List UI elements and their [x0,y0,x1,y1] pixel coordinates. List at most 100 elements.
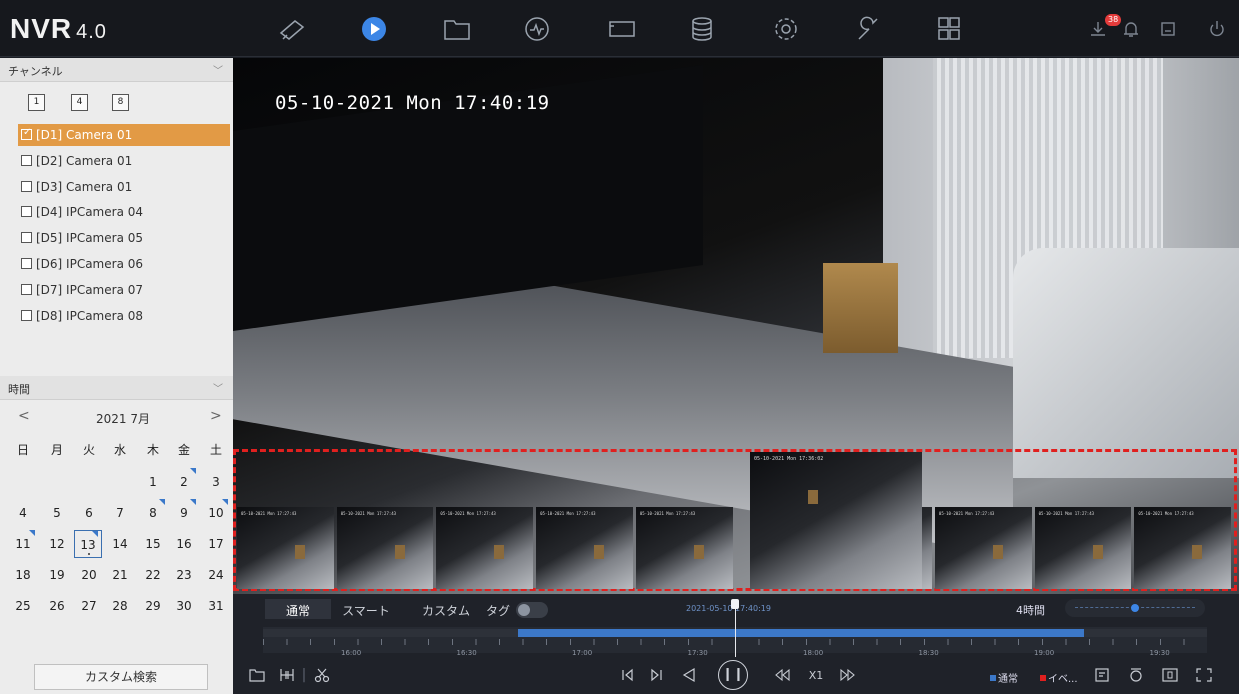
calendar-day[interactable]: 29 [138,592,168,620]
calendar-day[interactable]: 18 [8,561,38,589]
channel-item[interactable]: [D6] IPCamera 06 [18,253,230,275]
fullscreen-icon[interactable] [1194,664,1214,686]
reverse-play-icon[interactable] [679,664,699,686]
tab-custom[interactable]: カスタム [413,599,479,619]
split-view-icon[interactable] [277,664,297,686]
calendar-day[interactable]: 26 [42,592,72,620]
tag-list-icon[interactable] [1093,664,1113,686]
tab-normal[interactable]: 通常 [265,599,331,619]
thumbnail[interactable]: 05-10-2021 Mon 17:27:43 [1134,507,1232,589]
calendar-weekday: 月 [50,443,63,457]
channel-item[interactable]: [D7] IPCamera 07 [18,279,230,301]
thumbnail[interactable]: 05-10-2021 Mon 17:27:43 [536,507,633,589]
window-4-button[interactable]: 4 [71,94,88,111]
calendar-day[interactable]: 19 [42,561,72,589]
playback-icon[interactable] [358,14,390,44]
apps-grid-icon[interactable] [933,14,965,44]
motion-search-icon[interactable] [1126,664,1146,686]
calendar-day[interactable]: 16 [169,530,199,558]
calendar-day[interactable]: 10 [201,499,231,527]
folder-icon[interactable] [247,664,267,686]
thumbnail[interactable]: 05-10-2021 Mon 17:27:43 [436,507,534,589]
smart-analysis-icon[interactable] [521,14,553,44]
calendar-day[interactable]: 31 [201,592,231,620]
zoom-slider-knob[interactable] [1131,604,1139,612]
legend-normal-swatch [990,675,996,681]
timeline-zoom-slider[interactable] [1065,599,1205,617]
window-1-button[interactable]: 1 [28,94,45,111]
channel-item[interactable]: [D5] IPCamera 05 [18,227,230,249]
calendar-day[interactable]: 23 [169,561,199,589]
clip-scissors-icon[interactable] [311,664,333,686]
channel-checkbox[interactable] [21,232,32,244]
calendar-day[interactable]: 27 [74,592,104,620]
channel-checkbox[interactable] [21,127,32,140]
channel-checkbox[interactable] [21,154,32,166]
calendar-day[interactable]: 5 [42,499,72,527]
prev-frame-icon[interactable] [617,664,637,686]
channel-item[interactable]: [D3] Camera 01 [18,176,230,198]
tag-toggle[interactable] [516,602,548,618]
calendar-day[interactable]: 11 [8,530,38,558]
thumbnail[interactable]: 05-10-2021 Mon 17:27:43 [237,507,334,589]
maintenance-icon[interactable] [852,14,884,44]
channel-checkbox[interactable] [21,206,32,218]
calendar-day[interactable]: 13 [74,530,102,558]
calendar-day[interactable]: 15 [138,530,168,558]
thumbnail[interactable]: 05-10-2021 Mon 17:27:43 [1034,507,1132,589]
window-8-button[interactable]: 8 [112,94,129,111]
settings-icon[interactable] [770,14,802,44]
calendar-day[interactable]: 9 [169,499,199,527]
calendar-day[interactable]: 17 [201,530,231,558]
channel-item[interactable]: [D4] IPCamera 04 [18,201,230,223]
tab-smart[interactable]: スマート [333,599,399,619]
thumbnail[interactable]: 05-10-2021 Mon 17:27:43 [336,507,434,589]
alarm-bell-icon[interactable] [1120,18,1142,40]
file-management-icon[interactable] [441,14,473,44]
next-month-icon[interactable]: > [210,408,222,424]
calendar-day[interactable]: 30 [169,592,199,620]
thumbnail[interactable]: 05-10-2021 Mon 17:27:43 [635,507,733,589]
calendar-day[interactable]: 6 [74,499,104,527]
live-view-icon[interactable] [276,14,308,44]
custom-search-button[interactable]: カスタム検索 [34,664,208,690]
calendar-day[interactable]: 8 [138,499,168,527]
channel-section-header[interactable]: チャンネル ﹀ [0,58,233,82]
calendar-day[interactable]: 14 [105,530,135,558]
single-window-icon[interactable] [1160,664,1180,686]
calendar-day[interactable]: 7 [105,499,135,527]
channel-checkbox[interactable] [21,309,32,321]
calendar-day[interactable]: 2 [169,468,199,496]
calendar-day[interactable]: 4 [8,499,38,527]
power-icon[interactable] [1206,18,1228,40]
channel-checkbox[interactable] [21,258,32,269]
calendar-day[interactable]: 20 [74,561,104,589]
thumbnail-preview-large[interactable]: 05-10-2021 Mon 17:36:02 [750,452,922,589]
channel-item[interactable]: [D2] Camera 01 [18,150,230,172]
channel-checkbox[interactable] [21,180,32,192]
pause-button[interactable]: ❙❙ [718,660,748,690]
slow-down-icon[interactable] [771,664,793,686]
camera-management-icon[interactable] [606,14,638,44]
calendar-day[interactable]: 22 [138,561,168,589]
calendar-day[interactable]: 12 [42,530,72,558]
calendar-day[interactable]: 21 [105,561,135,589]
prev-month-icon[interactable]: < [18,408,30,424]
storage-icon[interactable] [686,14,718,44]
calendar-day[interactable]: 28 [105,592,135,620]
calendar-day[interactable]: 3 [201,468,231,496]
channel-item[interactable]: [D1] Camera 01 [18,124,230,146]
thumbnail-timestamp: 05-10-2021 Mon 17:27:43 [1038,511,1095,516]
tab-tag[interactable]: タグ [483,599,513,619]
thumbnail[interactable]: 05-10-2021 Mon 17:27:43 [934,507,1032,589]
lock-icon[interactable] [1157,18,1179,40]
calendar-day[interactable]: 25 [8,592,38,620]
next-frame-icon[interactable] [647,664,667,686]
timeline-playhead[interactable] [731,599,739,657]
time-section-header[interactable]: 時間 ﹀ [0,376,233,400]
speed-up-icon[interactable] [837,664,859,686]
channel-item[interactable]: [D8] IPCamera 08 [18,305,230,327]
calendar-day[interactable]: 1 [138,468,168,496]
channel-checkbox[interactable] [21,283,32,295]
calendar-day[interactable]: 24 [201,561,231,589]
